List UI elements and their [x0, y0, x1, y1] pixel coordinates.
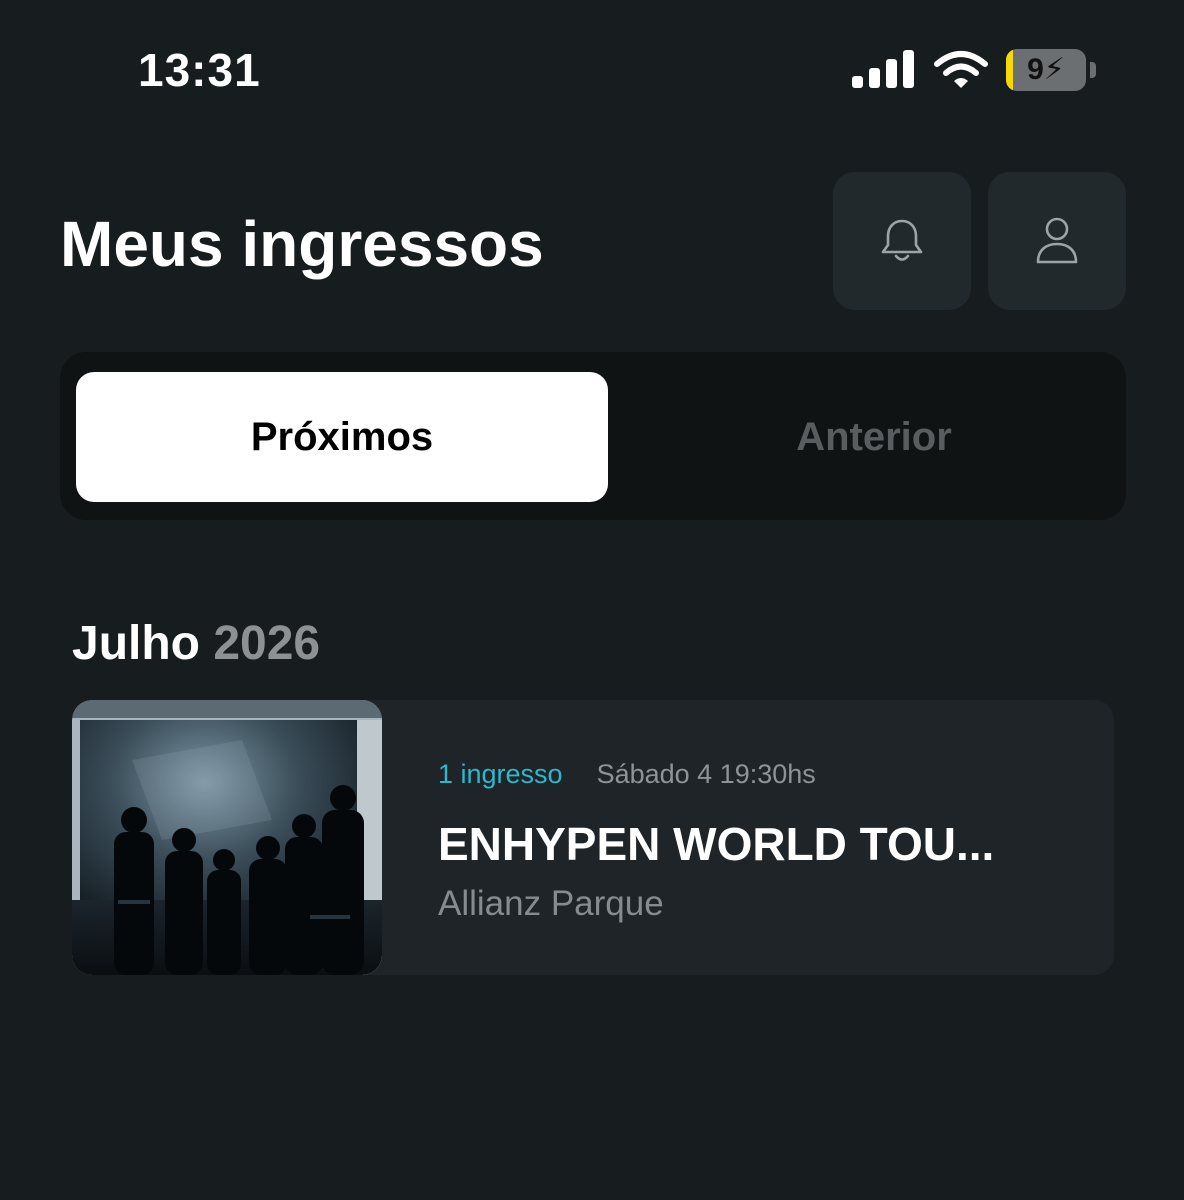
profile-button[interactable]: [988, 172, 1126, 310]
ticket-card[interactable]: 1 ingresso Sábado 4 19:30hs ENHYPEN WORL…: [72, 700, 1114, 975]
month-heading: Julho 2026: [72, 616, 320, 672]
month-name: Julho: [72, 617, 200, 670]
ticket-info: 1 ingresso Sábado 4 19:30hs ENHYPEN WORL…: [438, 754, 1094, 926]
battery-level-text: 9⚡: [1006, 49, 1086, 91]
event-title: ENHYPEN WORLD TOU...: [438, 818, 995, 870]
notifications-button[interactable]: [833, 172, 971, 310]
month-year: 2026: [213, 617, 321, 670]
battery-percent: 9: [1027, 53, 1044, 86]
event-photo: [72, 700, 382, 975]
battery-cap: [1090, 62, 1096, 78]
tab-proximos[interactable]: Próximos: [76, 372, 608, 502]
battery-charging-icon: 9⚡: [1006, 49, 1098, 91]
screen: 13:31 9⚡ Meus ingressos Próximos Anterio…: [0, 0, 1184, 1200]
bell-icon: [881, 219, 923, 261]
page-title: Meus ingressos: [60, 208, 544, 280]
ticket-meta: 1 ingresso Sábado 4 19:30hs: [438, 754, 1094, 794]
charging-bolt-icon: ⚡: [1043, 53, 1065, 86]
user-icon: [1036, 217, 1078, 264]
wifi-icon: [934, 51, 988, 88]
event-date: Sábado 4 19:30hs: [596, 759, 816, 789]
tab-anterior[interactable]: Anterior: [608, 372, 1140, 502]
event-venue: Allianz Parque: [438, 884, 664, 923]
battery-body: 9⚡: [1006, 49, 1086, 91]
cellular-signal-icon: [852, 50, 914, 88]
status-time: 13:31: [138, 44, 261, 96]
ticket-count: 1 ingresso: [438, 759, 563, 789]
event-poster-image: [72, 700, 382, 975]
tabs-segmented-control: Próximos Anterior: [60, 352, 1126, 520]
